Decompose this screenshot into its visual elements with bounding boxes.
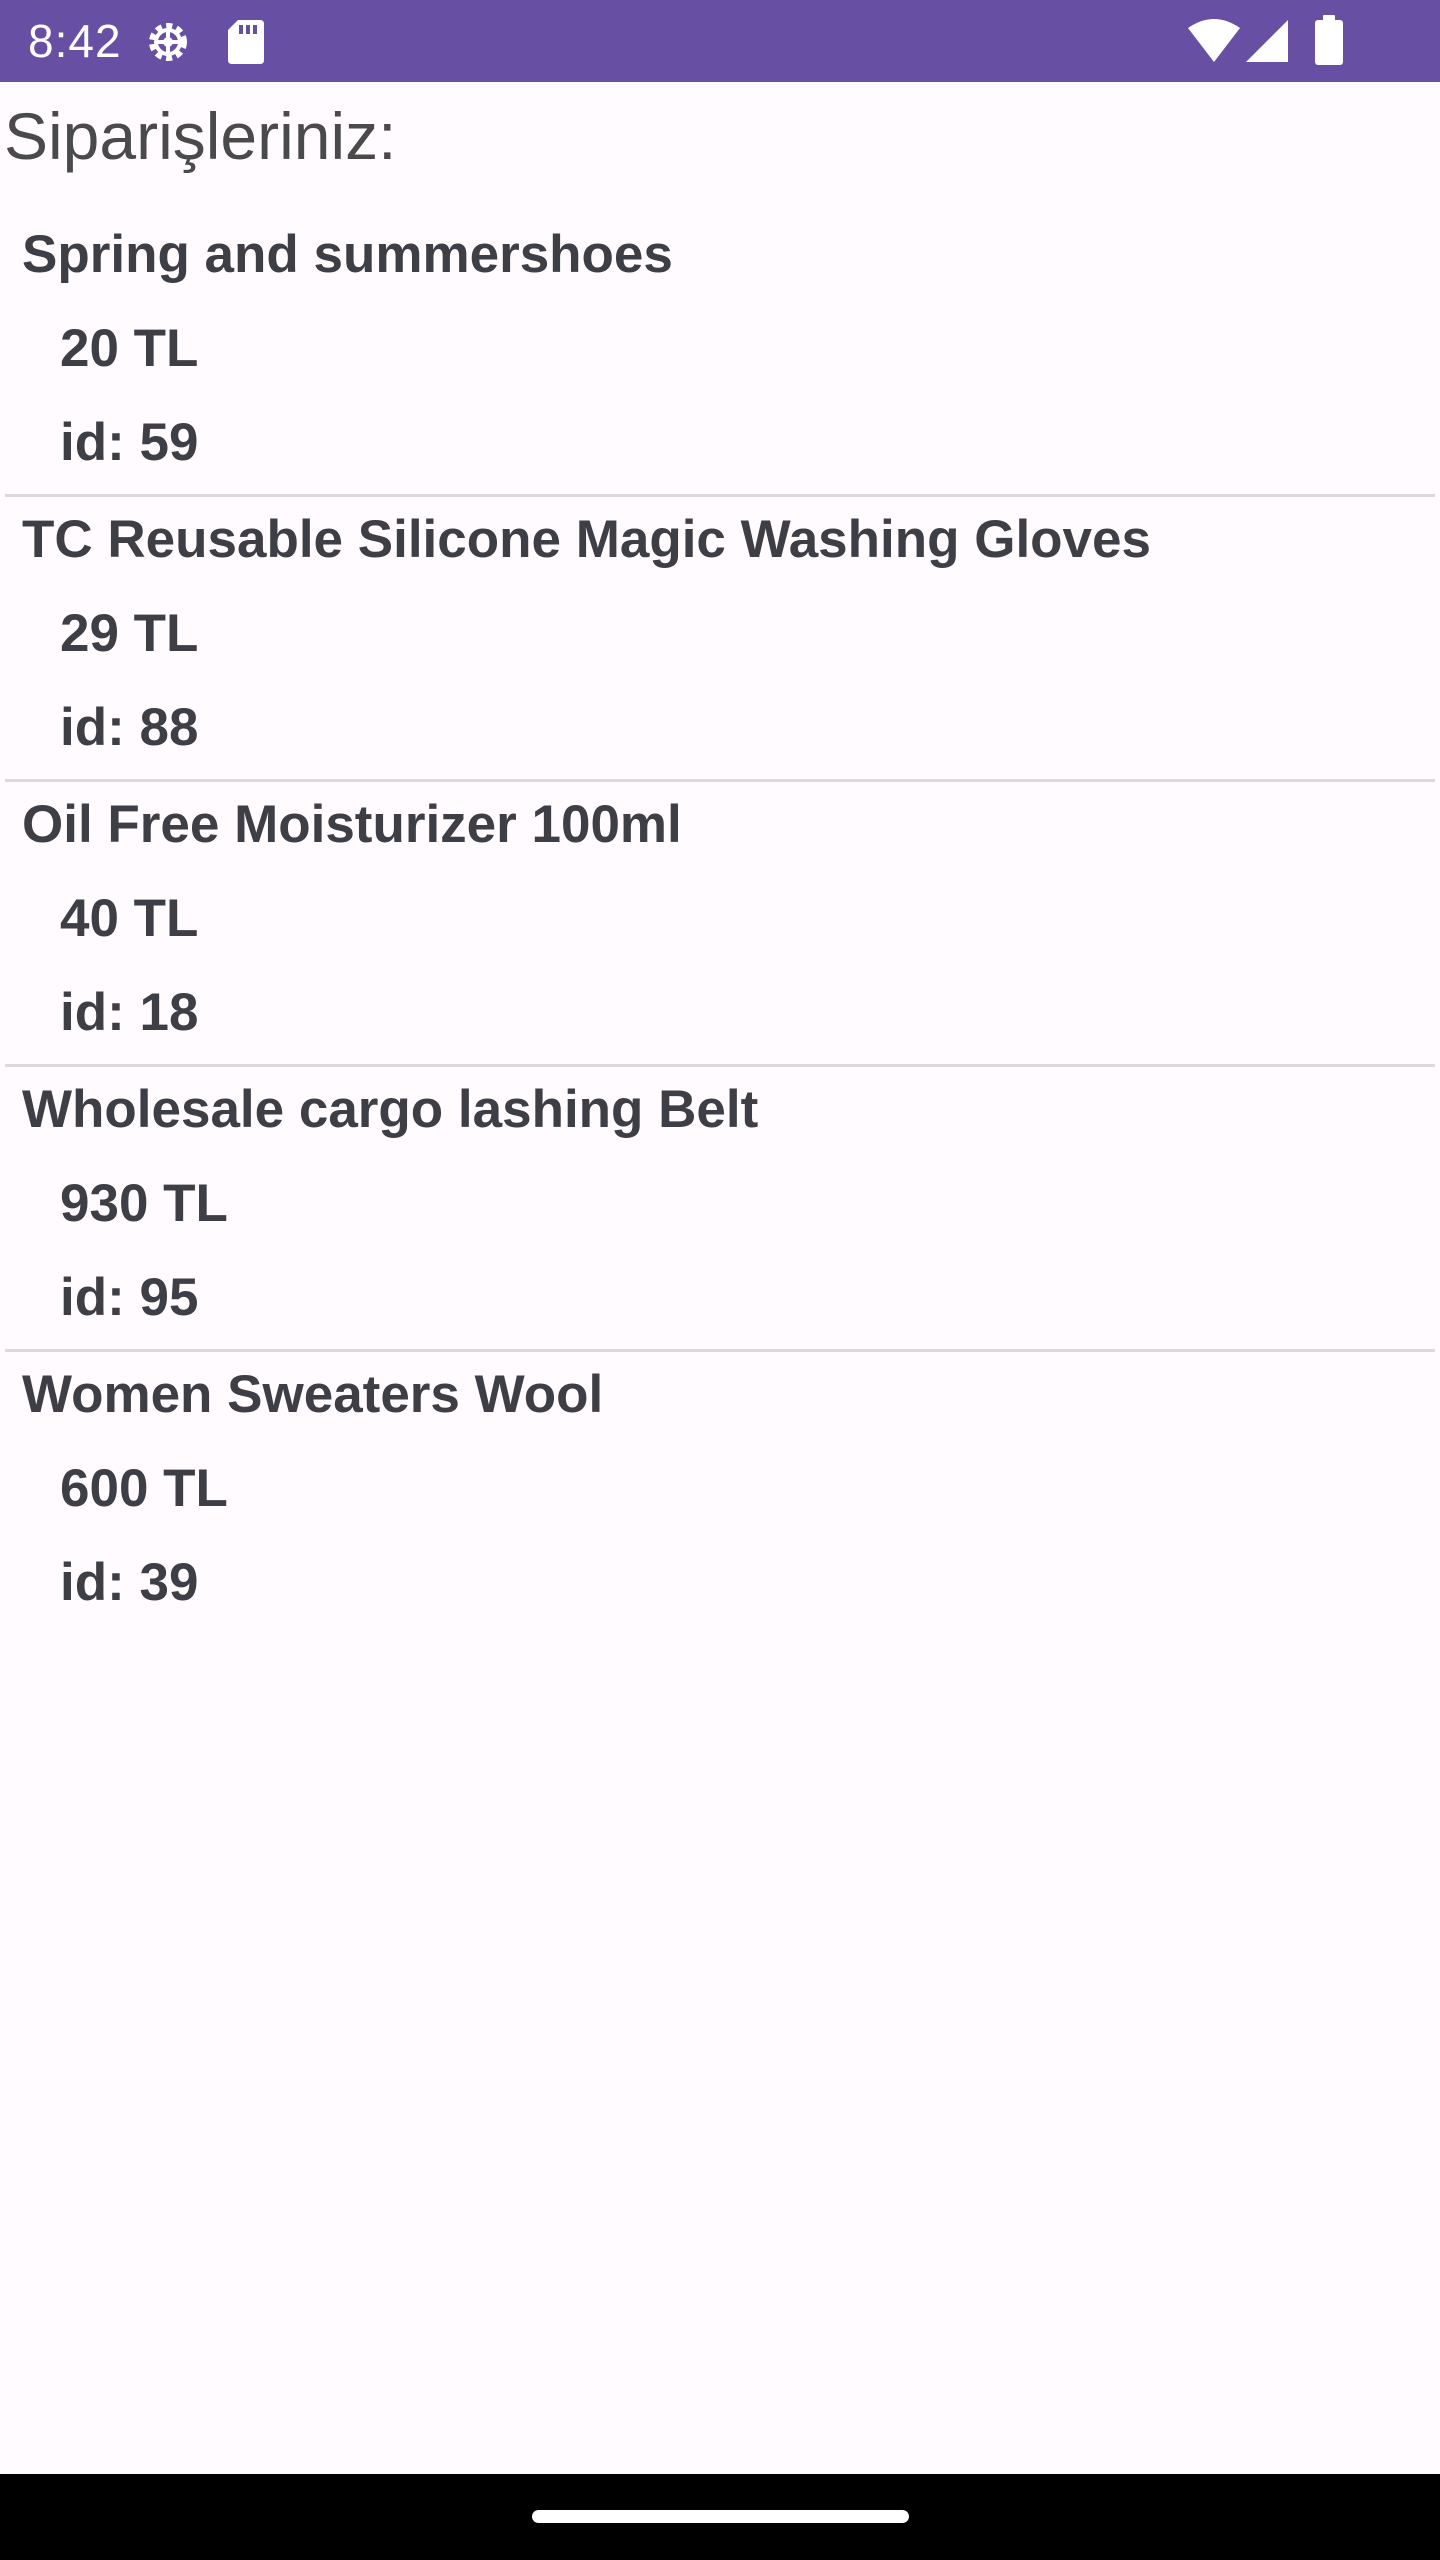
order-id: id: 88 xyxy=(60,698,199,757)
cellular-signal-icon xyxy=(1246,20,1288,62)
order-price: 29 TL xyxy=(60,604,199,663)
order-list-item[interactable]: Women Sweaters Wool 600 TL id: 39 xyxy=(0,1352,1440,1637)
order-product-name: Oil Free Moisturizer 100ml xyxy=(22,795,682,854)
order-id: id: 59 xyxy=(60,413,199,472)
order-price: 930 TL xyxy=(60,1174,228,1233)
order-product-name: Spring and summershoes xyxy=(22,225,673,284)
order-list-item[interactable]: TC Reusable Silicone Magic Washing Glove… xyxy=(0,497,1440,782)
order-product-name: Women Sweaters Wool xyxy=(22,1365,604,1424)
status-bar: 8:42 xyxy=(0,0,1440,82)
order-list: Spring and summershoes 20 TL id: 59 TC R… xyxy=(0,212,1440,1637)
order-price: 600 TL xyxy=(60,1459,228,1518)
settings-gear-icon xyxy=(149,23,187,61)
status-time: 8:42 xyxy=(28,15,122,67)
home-gesture-handle[interactable] xyxy=(532,2510,909,2523)
order-list-item[interactable]: Spring and summershoes 20 TL id: 59 xyxy=(0,212,1440,497)
wifi-icon xyxy=(1188,19,1240,62)
order-id: id: 39 xyxy=(60,1553,199,1612)
order-list-item[interactable]: Oil Free Moisturizer 100ml 40 TL id: 18 xyxy=(0,782,1440,1067)
page-title: Siparişleriniz: xyxy=(4,99,397,173)
order-id: id: 18 xyxy=(60,983,199,1042)
navigation-bar xyxy=(0,2474,1440,2560)
order-product-name: TC Reusable Silicone Magic Washing Glove… xyxy=(22,510,1151,569)
order-price: 20 TL xyxy=(60,319,199,378)
order-product-name: Wholesale cargo lashing Belt xyxy=(22,1080,759,1139)
order-price: 40 TL xyxy=(60,889,199,948)
order-id: id: 95 xyxy=(60,1268,199,1327)
order-list-item[interactable]: Wholesale cargo lashing Belt 930 TL id: … xyxy=(0,1067,1440,1352)
battery-icon xyxy=(1315,15,1343,65)
sd-card-icon xyxy=(228,20,264,64)
